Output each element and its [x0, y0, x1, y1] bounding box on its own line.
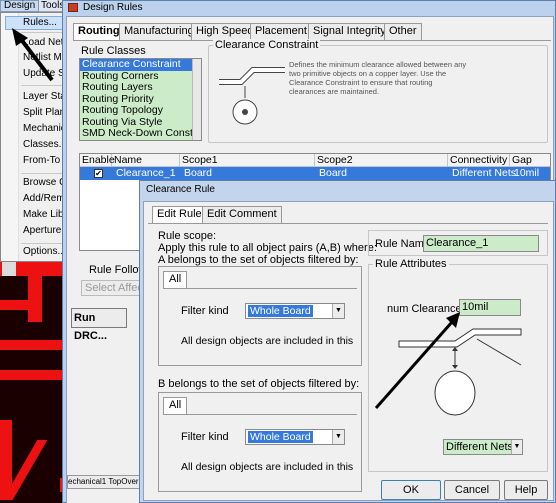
help-button[interactable]: Help	[504, 480, 548, 500]
rule-class-item[interactable]: Routing Topology	[80, 104, 201, 117]
col-enable[interactable]: Enable	[80, 154, 115, 167]
set-a-filter-kind-select[interactable]: Whole Board ▼	[245, 303, 345, 319]
clearance-rule-body: Edit Rule Edit Comment Rule scope: Apply…	[143, 201, 554, 501]
menu-separator	[21, 173, 65, 174]
min-clearance-input[interactable]: 10mil	[459, 299, 521, 316]
set-b-all-tab[interactable]: All	[163, 397, 188, 414]
set-b-label: B belongs to the set of objects filtered…	[158, 378, 360, 390]
col-connectivity[interactable]: Connectivity	[448, 154, 510, 167]
net-scope-value: Different Nets	[446, 441, 514, 453]
design-rules-title-text: Design Rules	[83, 2, 143, 13]
ok-button[interactable]: OK	[381, 480, 441, 500]
connectivity-cell: Different Nets	[452, 167, 516, 179]
rule-scope-heading: Rule scope:	[158, 230, 217, 242]
design-menu-dropdown: Rules... Load Nets... Netlist Manager...…	[0, 12, 126, 262]
constraint-preview-group: Clearance Constraint Defines the minimum…	[208, 39, 548, 143]
clearance-rule-dialog: Clearance Rule Edit Rule Edit Comment Ru…	[139, 180, 556, 503]
rule-class-item[interactable]: Routing Layers	[80, 81, 201, 94]
all-objects-info: All design objects are included in this	[181, 461, 354, 473]
tab-manufacturing[interactable]: Manufacturing	[119, 23, 199, 40]
grid-header: Enable Name Scope1 Scope2 Connectivity G…	[80, 154, 550, 167]
min-clearance-label: num Clearance	[387, 303, 462, 315]
col-name[interactable]: Name	[112, 154, 180, 167]
tab-divider	[163, 288, 357, 289]
tab-edit-comment[interactable]: Edit Comment	[202, 206, 282, 223]
table-row[interactable]: ✔ Clearance_1 Board Board Different Nets…	[80, 167, 550, 180]
app-icon	[68, 3, 78, 12]
rule-class-item[interactable]: Clearance Constraint	[80, 59, 201, 71]
menu-gutter	[1, 13, 19, 261]
menu-design[interactable]: Design	[0, 0, 40, 12]
rule-name-label: Rule Name	[375, 238, 431, 250]
tab-routing[interactable]: Routing	[73, 23, 125, 41]
filter-kind-label: Filter kind	[181, 431, 229, 443]
rule-class-item[interactable]: SMD Neck-Down Constraint	[80, 127, 201, 140]
rule-name-cell: Clearance_1	[116, 167, 176, 179]
menu-separator	[21, 243, 65, 244]
all-objects-info: All design objects are included in this	[181, 335, 354, 347]
col-gap[interactable]: Gap	[510, 154, 552, 167]
run-drc-button[interactable]: Run DRC...	[71, 308, 127, 342]
set-b-filter-box: All Filter kind Whole Board ▼ All design…	[158, 392, 362, 492]
rule-classes-list[interactable]: Clearance Constraint Routing Corners Rou…	[79, 58, 202, 141]
scope2-cell: Board	[319, 167, 348, 179]
tab-divider	[148, 223, 548, 224]
net-scope-select[interactable]: Different Nets ▼	[443, 439, 523, 455]
filter-kind-value: Whole Board	[248, 305, 313, 317]
filter-kind-label: Filter kind	[181, 305, 229, 317]
gap-cell: 10mil	[514, 167, 540, 179]
list-scrollbar[interactable]	[192, 59, 201, 140]
rule-name-group: Rule Name Clearance_1	[368, 230, 548, 256]
rule-attributes-label: Rule Attributes	[373, 258, 449, 270]
menu-item-classes[interactable]: Classes...	[23, 139, 67, 151]
design-rules-title: Design Rules	[65, 1, 142, 14]
col-scope2[interactable]: Scope2	[315, 154, 448, 167]
rule-classes-label: Rule Classes	[81, 45, 146, 57]
tab-divider	[163, 414, 357, 415]
cancel-button[interactable]: Cancel	[444, 480, 500, 500]
chevron-down-icon[interactable]: ▼	[511, 440, 522, 454]
constraint-group-label: Clearance Constraint	[213, 39, 321, 51]
menu-separator	[21, 85, 65, 86]
menubar: Design Tools	[0, 0, 66, 12]
constraint-description: Defines the minimum clearance allowed be…	[289, 60, 467, 96]
set-b-filter-kind-select[interactable]: Whole Board ▼	[245, 429, 345, 445]
menu-item-options[interactable]: Options...	[23, 246, 66, 258]
clearance-rule-title: Clearance Rule	[146, 184, 215, 195]
scope1-cell: Board	[184, 167, 213, 179]
tab-signal-integrity[interactable]: Signal Integrity	[308, 23, 391, 40]
rule-name-input[interactable]: Clearance_1	[423, 235, 539, 252]
enable-checkbox[interactable]: ✔	[94, 169, 103, 178]
clearance-diagram-icon	[219, 67, 285, 125]
col-scope1[interactable]: Scope1	[180, 154, 315, 167]
rule-scope-apply: Apply this rule to all object pairs (A,B…	[158, 242, 377, 254]
menu-separator	[21, 32, 65, 33]
menu-item-rules[interactable]: Rules...	[5, 16, 65, 30]
rule-scope-text: Rule scope: Apply this rule to all objec…	[158, 230, 377, 266]
filter-kind-value: Whole Board	[248, 431, 313, 443]
rule-attributes-group: Rule Attributes num Clearance 10mil Diff…	[368, 258, 548, 472]
clearance-diagram-icon	[398, 328, 522, 416]
set-a-all-tab[interactable]: All	[163, 271, 188, 288]
tab-placement[interactable]: Placement	[250, 23, 312, 40]
chevron-down-icon[interactable]: ▼	[332, 304, 344, 318]
set-a-label: A belongs to the set of objects filtered…	[158, 254, 359, 266]
set-a-filter-box: All Filter kind Whole Board ▼ All design…	[158, 266, 362, 366]
tab-edit-rule[interactable]: Edit Rule	[152, 206, 207, 224]
tab-other[interactable]: Other	[384, 23, 422, 40]
layer-tabs-bar[interactable]: echanical1 TopOverlay	[67, 475, 147, 489]
chevron-down-icon[interactable]: ▼	[332, 430, 344, 444]
tab-high-speed[interactable]: High Speed	[191, 23, 259, 40]
